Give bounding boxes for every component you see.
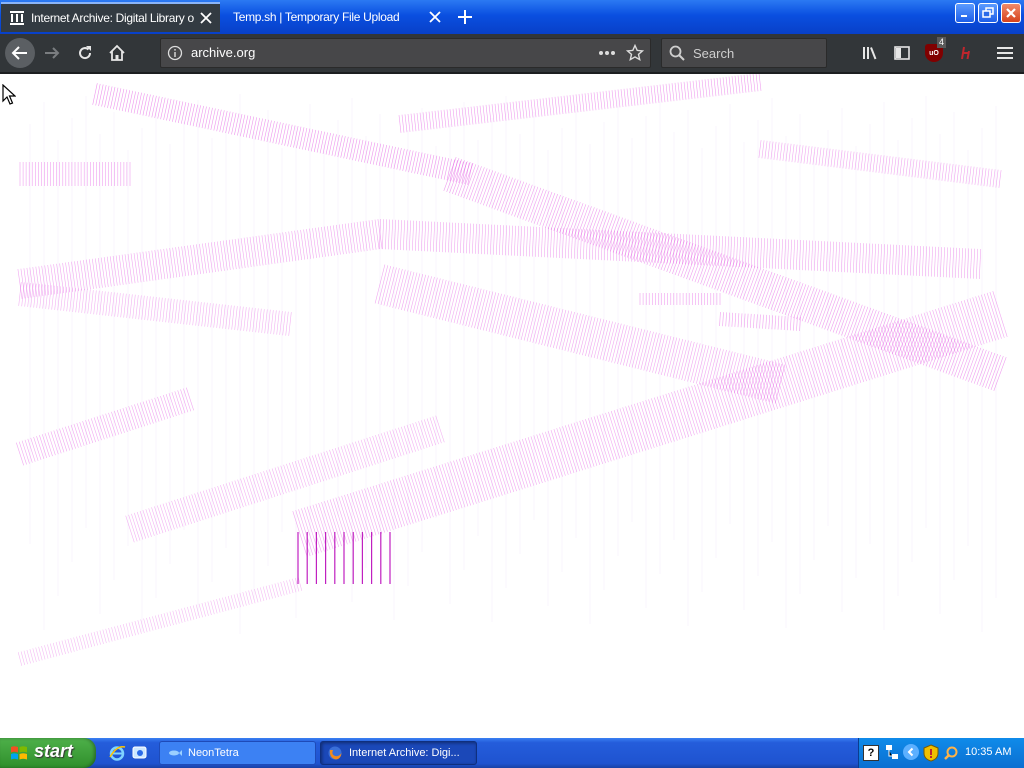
window-close-button[interactable] (1001, 3, 1021, 23)
url-text: archive.org (191, 45, 256, 60)
search-tray-icon[interactable] (943, 744, 959, 762)
show-desktop-quicklaunch-icon[interactable] (131, 744, 149, 762)
start-button[interactable]: start (0, 738, 96, 768)
browser-tab-strip: Internet Archive: Digital Library of Tem… (0, 0, 1024, 34)
ublock-extension-button[interactable]: uO 4 (919, 37, 949, 68)
ublock-shield-icon: uO 4 (925, 37, 947, 62)
taskbar-item-internet-archive[interactable]: Internet Archive: Digi... (320, 741, 477, 765)
ublock-label: uO (929, 49, 939, 57)
tab-close-icon[interactable] (198, 10, 214, 26)
archive-building-icon (9, 10, 25, 26)
taskbar-clock: 10:35 AM (965, 746, 1012, 758)
search-placeholder: Search (693, 46, 735, 61)
search-icon (669, 45, 685, 61)
windows-taskbar: start NeonTetra Internet Archive: Digi..… (0, 738, 1024, 768)
forward-button[interactable] (37, 38, 67, 68)
window-minimize-button[interactable] (955, 3, 975, 23)
ublock-count-badge: 4 (937, 37, 947, 48)
fish-icon (166, 745, 182, 761)
new-tab-icon[interactable] (455, 7, 475, 27)
mouse-cursor-icon (2, 83, 17, 106)
navigation-toolbar: archive.org Search uO 4 (0, 34, 1024, 74)
tab-internet-archive[interactable]: Internet Archive: Digital Library of (1, 2, 220, 32)
security-shield-icon[interactable] (923, 744, 939, 762)
firefox-icon (327, 745, 343, 761)
site-info-icon[interactable] (167, 45, 183, 61)
tab-title: Internet Archive: Digital Library of (31, 11, 194, 25)
reload-button[interactable] (70, 38, 100, 68)
home-button[interactable] (102, 38, 132, 68)
render-glitch-artifacts (16, 74, 1008, 666)
web-page-content[interactable] (0, 74, 1024, 738)
library-button[interactable] (855, 38, 885, 68)
network-icon[interactable] (885, 744, 899, 762)
bookmark-star-icon[interactable] (626, 44, 644, 62)
tab-close-icon[interactable] (427, 9, 443, 25)
taskbar-item-neontetra[interactable]: NeonTetra (159, 741, 316, 765)
tab-temp-sh[interactable]: Temp.sh | Temporary File Upload (222, 2, 447, 32)
help-icon[interactable]: ? (863, 745, 879, 761)
tray-expand-chevron-icon[interactable] (903, 744, 919, 760)
windows-flag-icon (10, 744, 28, 762)
back-button[interactable] (5, 38, 35, 68)
tab-title: Temp.sh | Temporary File Upload (233, 10, 400, 24)
address-bar[interactable]: archive.org (160, 38, 651, 68)
hamburger-menu-icon[interactable] (990, 38, 1020, 68)
search-bar[interactable]: Search (661, 38, 827, 68)
window-restore-button[interactable] (978, 3, 998, 23)
page-actions-menu-icon[interactable] (597, 45, 617, 61)
system-tray: ? 10:35 AM (858, 738, 1024, 768)
sidebar-toggle-button[interactable] (887, 38, 917, 68)
start-label: start (34, 741, 74, 761)
internet-explorer-quicklaunch-icon[interactable] (108, 744, 126, 762)
taskbar-item-label: Internet Archive: Digi... (349, 747, 460, 759)
taskbar-item-label: NeonTetra (188, 747, 239, 759)
extension-h-button[interactable] (951, 38, 981, 68)
